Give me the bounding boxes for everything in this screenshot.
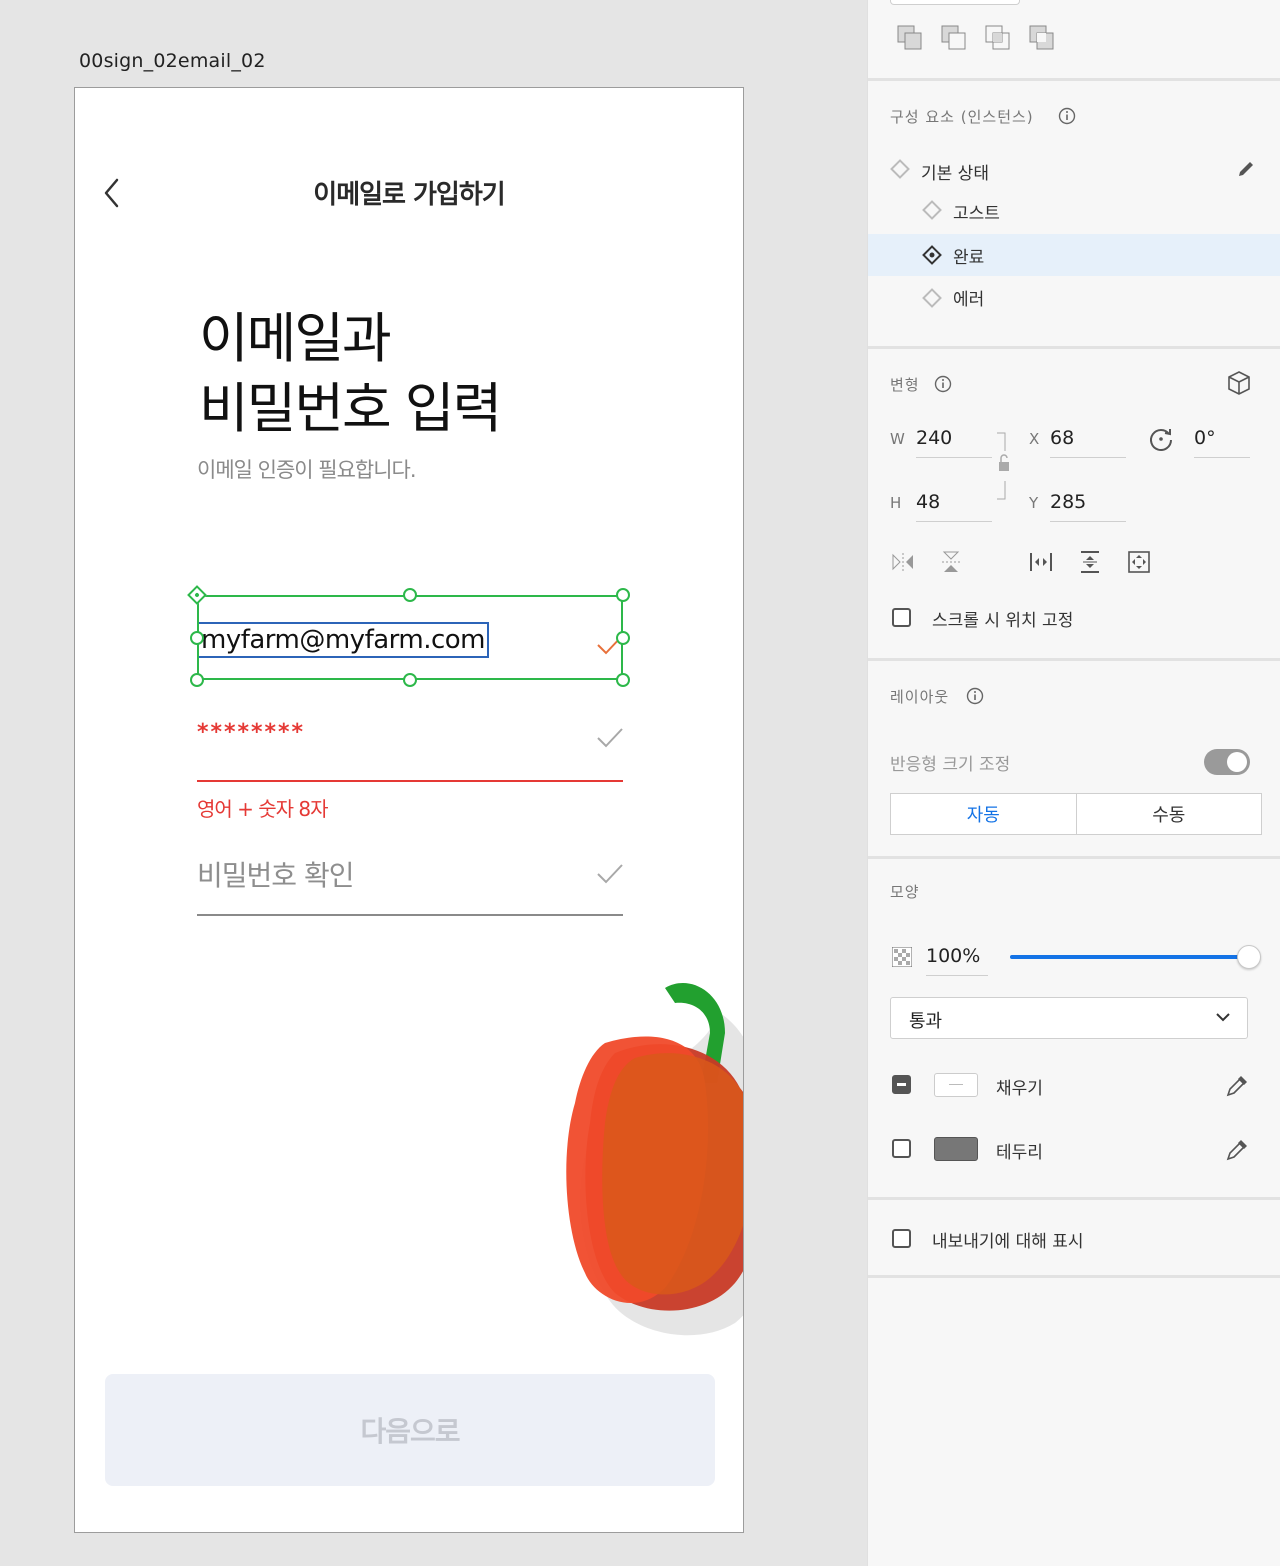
transform-section: 변형 W 240 H 48 X 68 Y 285 0° 스크롤 시 위치 고정 [868, 349, 1280, 661]
resize-auto-button[interactable]: 자동 [891, 794, 1077, 834]
state-label: 에러 [953, 290, 985, 310]
nav-title: 이메일로 가입하기 [313, 180, 505, 210]
eyedropper-icon[interactable] [1225, 1072, 1251, 1098]
boolean-ops-section [868, 0, 1280, 81]
width-input[interactable]: 240 [916, 427, 992, 458]
property-inspector-panel: 구성 요소 (인스턴스) 기본 상태 고스트 완료 에러 변형 W 240 H … [867, 0, 1280, 1566]
responsive-resize-toggle[interactable] [1204, 749, 1250, 775]
transform-title: 변형 [890, 376, 920, 394]
subhead: 이메일 인증이 필요합니다. [197, 458, 417, 482]
chevron-down-icon [1216, 1013, 1230, 1022]
pepper-illustration [566, 983, 743, 1336]
height-label: H [890, 494, 902, 512]
export-section: 내보내기에 대해 표시 [868, 1200, 1280, 1278]
fit-content-icon[interactable] [1126, 549, 1152, 575]
state-row-default[interactable]: 기본 상태 [868, 148, 1280, 190]
layout-title: 레이아웃 [890, 688, 950, 706]
password-error-text: 영어 + 숫자 8자 [197, 797, 329, 821]
design-canvas[interactable]: 00sign_02email_02 이메일로 가입하기 이메일과 비밀번호 입력… [0, 0, 867, 1566]
selection-box[interactable] [197, 595, 623, 680]
resize-handle-left[interactable] [190, 631, 204, 645]
boolean-add-icon[interactable] [896, 24, 924, 52]
opacity-slider-track[interactable] [1010, 955, 1248, 959]
components-section: 구성 요소 (인스턴스) 기본 상태 고스트 완료 에러 [868, 81, 1280, 349]
fix-on-scroll-checkbox[interactable] [892, 608, 911, 627]
blend-mode-value: 통과 [909, 1011, 943, 1032]
boolean-intersect-icon[interactable] [984, 24, 1012, 52]
check-icon [597, 728, 623, 748]
resize-handle-bottom[interactable] [403, 673, 417, 687]
password-confirm-placeholder[interactable]: 비밀번호 확인 [197, 854, 354, 894]
resize-handle-top-right[interactable] [616, 588, 630, 602]
info-icon[interactable] [934, 375, 952, 393]
password-confirm-field[interactable]: 비밀번호 확인 [197, 850, 623, 916]
distribute-vertical-icon[interactable] [1077, 549, 1103, 575]
opacity-checker-icon [892, 947, 912, 967]
state-label: 기본 상태 [921, 164, 989, 184]
next-button[interactable]: 다음으로 [105, 1374, 715, 1486]
resize-handle-right[interactable] [616, 631, 630, 645]
fill-color-swatch[interactable] [934, 1073, 978, 1097]
state-row-done[interactable]: 완료 [868, 234, 1280, 276]
components-title: 구성 요소 (인스턴스) [890, 108, 1034, 126]
artboard-name[interactable]: 00sign_02email_02 [79, 50, 266, 72]
border-label: 테두리 [996, 1143, 1043, 1163]
responsive-resize-label: 반응형 크기 조정 [890, 755, 1011, 775]
appearance-title: 모양 [890, 883, 920, 901]
state-diamond-icon [922, 288, 942, 308]
headline-line-1: 이메일과 [199, 307, 392, 370]
border-checkbox[interactable] [892, 1139, 911, 1158]
password-field[interactable]: ******** [197, 718, 623, 782]
info-icon[interactable] [966, 687, 984, 705]
top-control-edge[interactable] [890, 0, 1020, 5]
boolean-exclude-icon[interactable] [1028, 24, 1056, 52]
info-icon[interactable] [1058, 107, 1076, 125]
resize-handle-top[interactable] [403, 588, 417, 602]
state-diamond-selected-icon [922, 245, 942, 265]
resize-handle-bottom-left[interactable] [190, 673, 204, 687]
y-label: Y [1029, 494, 1039, 512]
eyedropper-icon[interactable] [1225, 1136, 1251, 1162]
flip-horizontal-icon[interactable] [890, 549, 916, 575]
lock-aspect-icon[interactable] [995, 431, 1015, 501]
fill-label: 채우기 [996, 1079, 1043, 1099]
x-label: X [1029, 430, 1040, 448]
state-label: 고스트 [953, 204, 1000, 224]
state-row-ghost[interactable]: 고스트 [868, 189, 1280, 231]
resize-manual-button[interactable]: 수동 [1077, 794, 1262, 834]
fix-on-scroll-label: 스크롤 시 위치 고정 [932, 611, 1074, 631]
artboard[interactable]: 이메일로 가입하기 이메일과 비밀번호 입력 이메일 인증이 필요합니다. my… [74, 87, 744, 1533]
state-label: 완료 [953, 248, 985, 268]
rotation-input[interactable]: 0° [1194, 427, 1250, 458]
width-label: W [890, 430, 905, 448]
state-diamond-icon [922, 200, 942, 220]
fill-checkbox[interactable] [892, 1075, 911, 1094]
3d-cube-icon[interactable] [1226, 370, 1252, 396]
password-input-text[interactable]: ******** [197, 720, 305, 745]
boolean-subtract-icon[interactable] [940, 24, 968, 52]
headline: 이메일과 비밀번호 입력 [199, 304, 502, 444]
mark-for-export-label: 내보내기에 대해 표시 [932, 1232, 1084, 1252]
border-color-swatch[interactable] [934, 1137, 978, 1161]
edit-pencil-icon[interactable] [1236, 159, 1256, 179]
opacity-input[interactable]: 100% [926, 945, 988, 976]
resize-handle-bottom-right[interactable] [616, 673, 630, 687]
rotate-icon [1150, 429, 1172, 451]
y-input[interactable]: 285 [1050, 491, 1126, 522]
blend-mode-select[interactable]: 통과 [890, 997, 1248, 1039]
state-diamond-icon [890, 159, 910, 179]
check-icon [597, 864, 623, 884]
state-row-error[interactable]: 에러 [868, 276, 1280, 318]
height-input[interactable]: 48 [916, 491, 992, 522]
mark-for-export-checkbox[interactable] [892, 1229, 911, 1248]
resize-mode-segmented: 자동 수동 [890, 793, 1262, 835]
distribute-horizontal-icon[interactable] [1028, 549, 1054, 575]
opacity-slider-thumb[interactable] [1237, 945, 1261, 969]
headline-line-2: 비밀번호 입력 [199, 377, 502, 440]
flip-vertical-icon[interactable] [938, 549, 964, 575]
x-input[interactable]: 68 [1050, 427, 1126, 458]
